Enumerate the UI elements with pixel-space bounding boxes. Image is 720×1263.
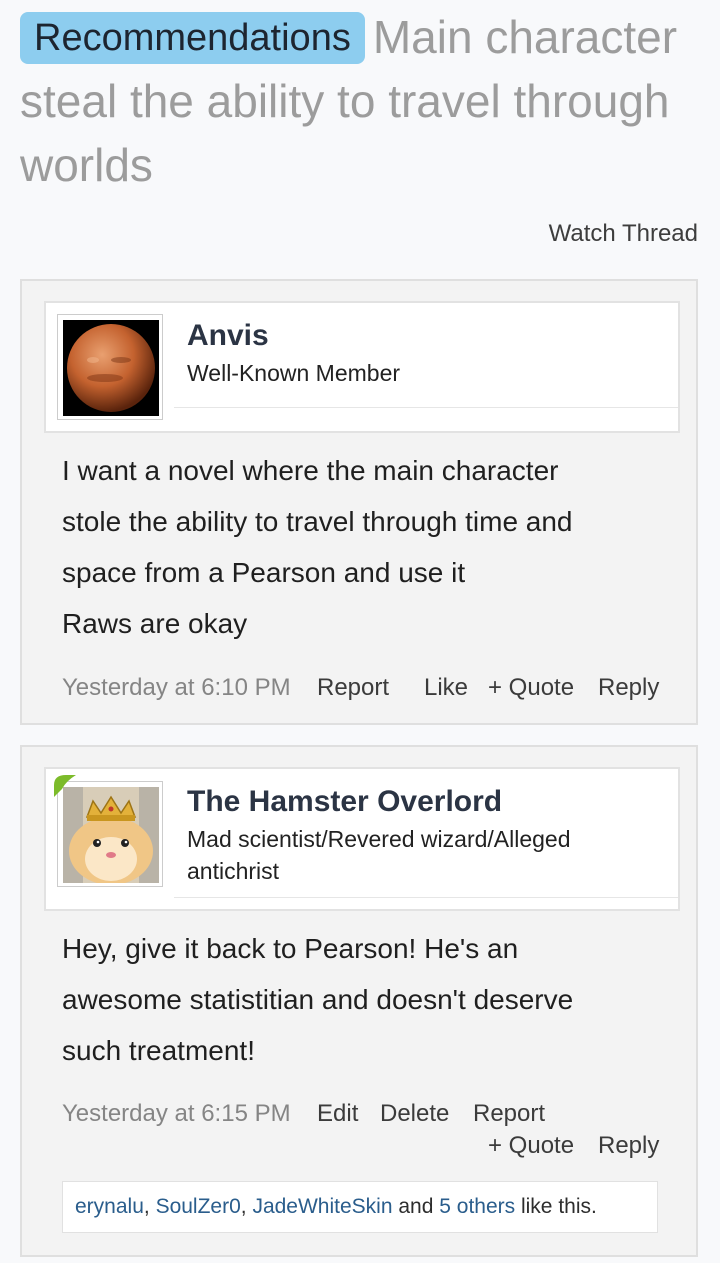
quote-link[interactable]: + Quote bbox=[488, 674, 574, 702]
likes-separator: , bbox=[143, 1195, 156, 1218]
post-line: Raws are okay bbox=[62, 608, 248, 639]
likes-suffix: like this. bbox=[515, 1195, 597, 1218]
liker-link[interactable]: JadeWhiteSkin bbox=[252, 1195, 392, 1218]
liker-link[interactable]: SoulZer0 bbox=[156, 1195, 241, 1218]
prefix-badge[interactable]: Recommendations bbox=[20, 12, 365, 64]
report-link[interactable]: Report bbox=[473, 1100, 545, 1128]
edit-link[interactable]: Edit bbox=[317, 1100, 358, 1128]
post-line: Hey, give it back to Pearson! He's an bbox=[62, 933, 519, 964]
delete-link[interactable]: Delete bbox=[380, 1100, 449, 1128]
likes-and: and bbox=[392, 1195, 440, 1218]
user-title-line: Mad scientist/Revered wizard/Alleged bbox=[187, 826, 571, 852]
likes-others-link[interactable]: 5 others bbox=[439, 1195, 515, 1218]
thread-title: Recommendations Main character steal the … bbox=[20, 5, 700, 197]
username[interactable]: The Hamster Overlord bbox=[187, 785, 502, 819]
user-title-line: antichrist bbox=[187, 858, 280, 884]
report-link[interactable]: Report bbox=[317, 674, 389, 702]
likes-separator: , bbox=[240, 1195, 253, 1218]
message-user-info: The Hamster Overlord Mad scientist/Rever… bbox=[44, 767, 680, 911]
reply-link[interactable]: Reply bbox=[598, 1132, 659, 1160]
post-body: Hey, give it back to Pearson! He's an aw… bbox=[62, 923, 672, 1076]
liker-link[interactable]: erynalu bbox=[75, 1195, 144, 1218]
like-link[interactable]: Like bbox=[424, 674, 468, 702]
reply-link[interactable]: Reply bbox=[598, 674, 659, 702]
online-indicator-icon bbox=[54, 775, 76, 797]
post-line: such treatment! bbox=[62, 1035, 255, 1066]
post-line: space from a Pearson and use it bbox=[62, 557, 466, 588]
post-anvis: Anvis Well-Known Member I want a novel w… bbox=[20, 279, 698, 725]
post-body: I want a novel where the main character … bbox=[62, 445, 672, 649]
post-hamster-overlord: The Hamster Overlord Mad scientist/Rever… bbox=[20, 745, 698, 1257]
watch-thread-link[interactable]: Watch Thread bbox=[549, 220, 698, 248]
user-info-divider bbox=[174, 407, 678, 408]
post-line: awesome statistitian and doesn't deserve bbox=[62, 984, 574, 1015]
post-line: I want a novel where the main character bbox=[62, 455, 559, 486]
message-user-info: Anvis Well-Known Member bbox=[44, 301, 680, 433]
avatar[interactable] bbox=[57, 314, 163, 420]
post-timestamp[interactable]: Yesterday at 6:10 PM bbox=[62, 674, 291, 702]
quote-link[interactable]: + Quote bbox=[488, 1132, 574, 1160]
crowned-hamster-avatar-icon bbox=[63, 787, 159, 883]
post-line: stole the ability to travel through time… bbox=[62, 506, 573, 537]
mars-planet-avatar-icon bbox=[63, 320, 159, 416]
post-timestamp[interactable]: Yesterday at 6:15 PM bbox=[62, 1100, 291, 1128]
user-title: Well-Known Member bbox=[187, 360, 401, 386]
likes-summary: erynalu, SoulZer0, JadeWhiteSkin and 5 o… bbox=[62, 1181, 658, 1233]
username[interactable]: Anvis bbox=[187, 319, 269, 353]
user-info-divider bbox=[174, 897, 678, 898]
